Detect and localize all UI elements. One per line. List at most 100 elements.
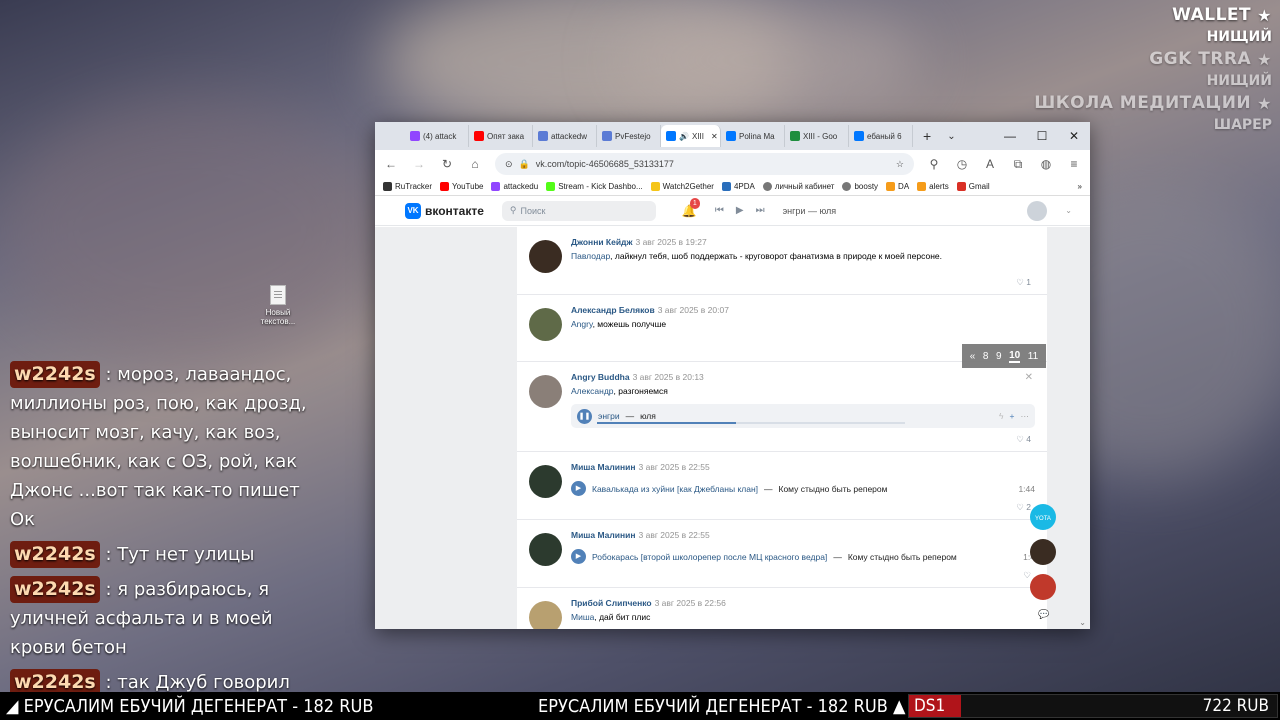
browser-tab[interactable]: PvFestejo	[597, 125, 661, 147]
like-button[interactable]: ♡	[529, 564, 1035, 587]
minimize-button[interactable]: —	[994, 122, 1026, 150]
tab-list-button[interactable]: ⌄	[947, 131, 955, 142]
play-icon[interactable]: ▶	[571, 481, 586, 496]
comment-date[interactable]: 3 авг 2025 в 20:13	[633, 372, 704, 382]
pager-prev[interactable]: «	[970, 351, 976, 362]
audio-title[interactable]: Кому стыдно быть репером	[848, 552, 957, 562]
audio-artist[interactable]: энгри	[598, 411, 620, 421]
bookmark[interactable]: Watch2Gether	[650, 182, 714, 191]
comment-author[interactable]: Александр Беляков	[571, 305, 655, 315]
site-info-icon[interactable]: ⊙	[505, 159, 513, 170]
maximize-button[interactable]: ☐	[1026, 122, 1058, 150]
bookmark[interactable]: YouTube	[440, 182, 483, 191]
like-button[interactable]: ♡ 4	[529, 428, 1035, 451]
like-button[interactable]	[529, 339, 1035, 361]
profile-icon[interactable]: ◍	[1038, 157, 1054, 171]
pager-page[interactable]: 11	[1028, 351, 1038, 362]
browser-tab[interactable]: Polina Ma	[721, 125, 785, 147]
more-bookmarks-icon[interactable]: »	[1078, 182, 1082, 191]
browser-tab[interactable]: attackedw	[533, 125, 597, 147]
puzzle-icon[interactable]: ⧉	[1010, 157, 1026, 172]
audio-title[interactable]: юля	[640, 411, 656, 421]
bookmark[interactable]: 4PDA	[721, 182, 755, 191]
comment-date[interactable]: 3 авг 2025 в 19:27	[635, 237, 706, 247]
avatar[interactable]	[529, 533, 562, 566]
comment-author[interactable]: Миша Малинин	[571, 462, 636, 472]
new-tab-button[interactable]: +	[923, 128, 931, 144]
avatar[interactable]	[529, 601, 562, 629]
browser-tab[interactable]: XIII - Goo	[785, 125, 849, 147]
reply-mention[interactable]: Миша	[571, 612, 594, 622]
bookmark-star-icon[interactable]: ☆	[896, 159, 904, 170]
forward-icon[interactable]: →	[411, 157, 427, 171]
audio-title[interactable]: Кому стыдно быть репером	[779, 484, 888, 494]
now-playing-track[interactable]: энгри — юля	[783, 206, 1010, 216]
browser-tab[interactable]: ебаный 6	[849, 125, 913, 147]
audio-track[interactable]: ▶ Робокарась [второй школорепер после МЦ…	[571, 549, 1035, 564]
browser-tab[interactable]: Опят зака	[469, 125, 533, 147]
more-icon[interactable]: ···	[1021, 411, 1030, 421]
bookmark[interactable]: alerts	[917, 182, 949, 191]
pause-icon[interactable]: ❚❚	[577, 408, 592, 424]
comment-date[interactable]: 3 авг 2025 в 20:07	[658, 305, 729, 315]
back-icon[interactable]: ←	[383, 157, 399, 171]
next-track-icon[interactable]: ⏭	[756, 205, 765, 216]
comment-author[interactable]: Джонни Кейдж	[571, 237, 632, 247]
chevron-down-icon[interactable]: ⌄	[1065, 206, 1072, 215]
bookmark[interactable]: RuTracker	[383, 182, 432, 191]
read-aloud-icon[interactable]: A	[982, 157, 998, 171]
close-icon[interactable]: ✕	[1025, 372, 1033, 383]
chat-avatar[interactable]	[1030, 574, 1056, 600]
audio-artist[interactable]: Робокарась [второй школорепер после МЦ к…	[592, 552, 827, 562]
close-tab-icon[interactable]: ✕	[711, 132, 718, 141]
comment-date[interactable]: 3 авг 2025 в 22:56	[655, 598, 726, 608]
comment-date[interactable]: 3 авг 2025 в 22:55	[639, 462, 710, 472]
reply-mention[interactable]: Павлодар	[571, 251, 610, 261]
lightning-icon[interactable]: ϟ	[999, 411, 1004, 421]
chat-avatar[interactable]	[1030, 539, 1056, 565]
bookmark[interactable]: Gmail	[956, 182, 990, 191]
vk-logo[interactable]: VK вконтакте	[405, 202, 484, 219]
browser-tab[interactable]: (4) attack	[405, 125, 469, 147]
close-window-button[interactable]: ✕	[1058, 122, 1090, 150]
browser-tab-active[interactable]: 🔊 XIII ✕	[661, 125, 721, 147]
home-icon[interactable]: ⌂	[467, 157, 483, 171]
bookmark[interactable]: attackedu	[491, 182, 538, 191]
bookmark[interactable]: DA	[886, 182, 909, 191]
menu-icon[interactable]: ≡	[1066, 157, 1082, 171]
avatar[interactable]	[529, 308, 562, 341]
yota-widget[interactable]: YOTA	[1030, 504, 1056, 530]
audio-track[interactable]: ▶ Кавалькада из хуйни [как Джебланы клан…	[571, 481, 1035, 496]
pager-page[interactable]: 8	[983, 351, 989, 362]
like-button[interactable]: ♡ 2	[529, 496, 1035, 519]
audio-progress-bar[interactable]	[597, 422, 905, 424]
pager-page[interactable]: 9	[996, 351, 1002, 362]
audio-player-active[interactable]: ❚❚ энгри — юля ϟ + ···	[571, 404, 1035, 428]
extensions-icon[interactable]: ⚲	[926, 157, 942, 171]
bookmark[interactable]: Stream - Kick Dashbo...	[546, 182, 643, 191]
scroll-down-icon[interactable]: ⌄	[1079, 618, 1086, 627]
play-icon[interactable]: ▶	[571, 549, 586, 564]
address-bar[interactable]: ⊙ 🔒 vk.com/topic-46506685_53133177 ☆	[495, 153, 914, 175]
prev-track-icon[interactable]: ⏮	[715, 205, 724, 216]
like-button[interactable]: ♡ 1	[529, 271, 1035, 294]
reload-icon[interactable]: ↻	[439, 157, 455, 171]
comment-author[interactable]: Angry Buddha	[571, 372, 630, 382]
reply-mention[interactable]: Angry	[571, 319, 593, 329]
notifications-button[interactable]: 🔔 1	[682, 197, 700, 218]
add-icon[interactable]: +	[1010, 411, 1015, 421]
avatar[interactable]	[529, 240, 562, 273]
comment-date[interactable]: 3 авг 2025 в 22:55	[639, 530, 710, 540]
vk-search-input[interactable]: ⚲ Поиск	[501, 200, 656, 221]
history-icon[interactable]: ◷	[954, 157, 970, 171]
audio-artist[interactable]: Кавалькада из хуйни [как Джебланы клан]	[592, 484, 758, 494]
avatar[interactable]	[529, 465, 562, 498]
reply-mention[interactable]: Александр	[571, 386, 614, 396]
comment-author[interactable]: Миша Малинин	[571, 530, 636, 540]
bookmark[interactable]: boosty	[842, 182, 878, 191]
messages-icon[interactable]: 💬	[1038, 609, 1049, 620]
profile-avatar[interactable]	[1027, 200, 1048, 221]
avatar[interactable]	[529, 375, 562, 408]
desktop-file-icon[interactable]: Новый текстов...	[256, 285, 300, 326]
comment-author[interactable]: Прибой Слипченко	[571, 598, 652, 608]
